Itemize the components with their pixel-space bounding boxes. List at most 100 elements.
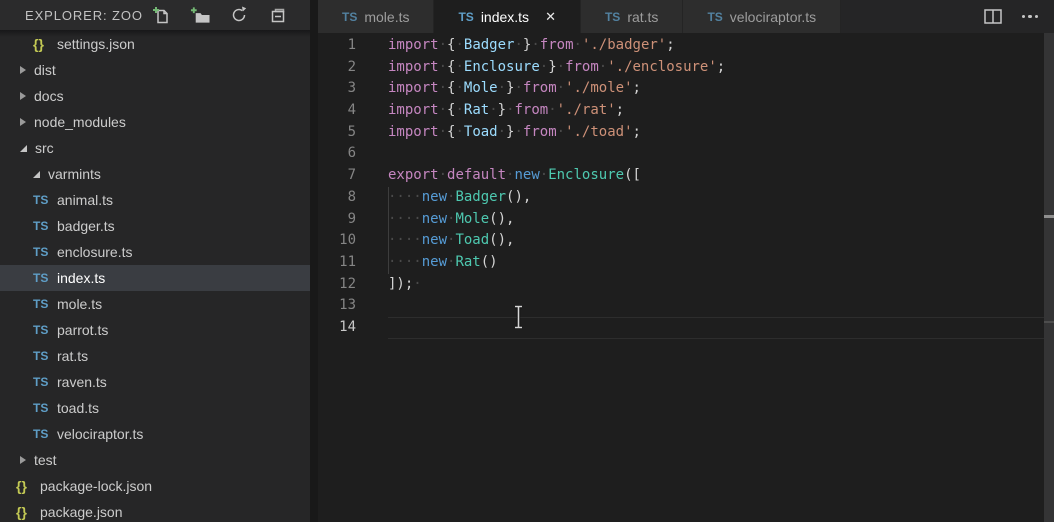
code-line-2: 2import·{·Enclosure·}·from·'./enclosure'… — [318, 57, 1044, 79]
tab-index.ts[interactable]: TS index.ts ✕ — [434, 0, 581, 33]
tree-item-badger.ts[interactable]: TSbadger.ts — [0, 213, 310, 239]
json-file-icon: {} — [16, 478, 36, 494]
json-file-icon: {} — [33, 36, 53, 52]
ts-file-icon: TS — [33, 427, 53, 441]
line-number: 2 — [318, 57, 388, 79]
overview-ruler-cursor-mark — [1044, 321, 1054, 323]
chevron-collapsed-icon — [20, 456, 26, 464]
code-text — [388, 317, 1044, 339]
tree-item-docs[interactable]: docs — [0, 83, 310, 109]
ts-file-icon: TS — [33, 271, 53, 285]
line-number: 5 — [318, 122, 388, 144]
line-number: 10 — [318, 230, 388, 252]
tree-item-varmints[interactable]: varmints — [0, 161, 310, 187]
tree-item-test[interactable]: test — [0, 447, 310, 473]
tree-item-src[interactable]: src — [0, 135, 310, 161]
ts-file-icon: TS — [33, 349, 53, 363]
editor-pane: 1import·{·Badger·}·from·'./badger';2impo… — [318, 33, 1054, 522]
editor-group: TSmole.tsTSindex.ts✕TSrat.tsTSvelocirapt… — [318, 0, 1054, 522]
collapse-folders-icon[interactable] — [268, 5, 288, 25]
tree-item-label: package.json — [40, 504, 123, 520]
tree-item-label: parrot.ts — [57, 322, 108, 338]
new-file-icon[interactable] — [151, 5, 171, 25]
tab-rat.ts[interactable]: TSrat.ts — [581, 0, 683, 33]
tree-item-label: enclosure.ts — [57, 244, 132, 260]
code-text: ····new·Toad(), — [388, 230, 1044, 252]
tree-item-velociraptor.ts[interactable]: TS velociraptor.ts — [0, 421, 310, 447]
ts-file-icon: TS — [33, 375, 53, 389]
code-line-3: 3import·{·Mole·}·from·'./mole'; — [318, 78, 1044, 100]
new-folder-icon[interactable] — [190, 5, 210, 25]
ts-file-icon: TS — [458, 10, 473, 24]
tab-mole.ts[interactable]: TSmole.ts — [318, 0, 434, 33]
tree-item-label: badger.ts — [57, 218, 115, 234]
tree-item-animal.ts[interactable]: TS animal.ts — [0, 187, 310, 213]
tree-item-label: velociraptor.ts — [57, 426, 143, 442]
line-number: 14 — [318, 317, 388, 339]
code-line-10: 10····new·Toad(), — [318, 230, 1044, 252]
line-number: 4 — [318, 100, 388, 122]
tabs-container: TSmole.tsTSindex.ts✕TSrat.tsTSvelocirapt… — [318, 0, 841, 33]
ts-file-icon: TS — [33, 401, 53, 415]
explorer-sidebar: EXPLORER: ZOO — [0, 0, 310, 522]
code-text: import·{·Mole·}·from·'./mole'; — [388, 78, 1044, 100]
refresh-icon[interactable] — [229, 5, 249, 25]
json-file-icon: {} — [16, 504, 36, 520]
tree-item-label: toad.ts — [57, 400, 99, 416]
ts-file-icon: TS — [342, 10, 357, 24]
tree-item-index.ts[interactable]: TSindex.ts — [0, 265, 310, 291]
tab-bar: TSmole.tsTSindex.ts✕TSrat.tsTSvelocirapt… — [318, 0, 1054, 33]
tab-label: index.ts — [481, 9, 529, 25]
tree-item-label: rat.ts — [57, 348, 88, 364]
code-text — [388, 295, 1044, 317]
tree-item-label: test — [34, 452, 57, 468]
file-tree: {}settings.jsondistdocs node_modulessrc va… — [0, 30, 310, 522]
tree-item-label: raven.ts — [57, 374, 107, 390]
line-number: 12 — [318, 274, 388, 296]
tree-item-settings.json[interactable]: {}settings.json — [0, 31, 310, 57]
split-editor-icon[interactable] — [984, 9, 1002, 24]
tree-item-raven.ts[interactable]: TS raven.ts — [0, 369, 310, 395]
tree-item-label: package-lock.json — [40, 478, 152, 494]
tree-item-dist[interactable]: dist — [0, 57, 310, 83]
ts-file-icon: TS — [707, 10, 722, 24]
tree-item-mole.ts[interactable]: TSmole.ts — [0, 291, 310, 317]
chevron-expanded-icon — [33, 171, 40, 178]
sidebar-editor-divider[interactable] — [310, 0, 318, 522]
tree-item-toad.ts[interactable]: TS toad.ts — [0, 395, 310, 421]
tree-item-parrot.ts[interactable]: TS parrot.ts — [0, 317, 310, 343]
tree-item-label: node_modules — [34, 114, 126, 130]
code-text — [388, 143, 1044, 165]
explorer-actions — [151, 5, 310, 25]
explorer-header: EXPLORER: ZOO — [0, 0, 310, 30]
line-number: 3 — [318, 78, 388, 100]
tab-label: rat.ts — [627, 9, 658, 25]
chevron-collapsed-icon — [20, 118, 26, 126]
more-actions-icon[interactable] — [1022, 15, 1039, 19]
chevron-collapsed-icon — [20, 66, 26, 74]
close-icon[interactable]: ✕ — [545, 10, 556, 23]
ts-file-icon: TS — [33, 193, 53, 207]
tab-velociraptor.ts[interactable]: TSvelociraptor.ts — [683, 0, 841, 33]
code-text: import·{·Rat·}·from·'./rat'; — [388, 100, 1044, 122]
line-number: 7 — [318, 165, 388, 187]
code-line-6: 6 — [318, 143, 1044, 165]
line-number: 1 — [318, 35, 388, 57]
editor-scrollbar[interactable] — [1044, 33, 1054, 522]
line-number: 6 — [318, 143, 388, 165]
chevron-expanded-icon — [20, 145, 27, 152]
code-text: import·{·Badger·}·from·'./badger'; — [388, 35, 1044, 57]
tree-item-label: animal.ts — [57, 192, 113, 208]
line-number: 11 — [318, 252, 388, 274]
code-text: ····new·Rat() — [388, 252, 1044, 274]
code-line-11: 11····new·Rat() — [318, 252, 1044, 274]
ts-file-icon: TS — [33, 323, 53, 337]
code-editor[interactable]: 1import·{·Badger·}·from·'./badger';2impo… — [318, 33, 1044, 522]
tree-item-package.json[interactable]: {}package.json — [0, 499, 310, 522]
code-text: import·{·Enclosure·}·from·'./enclosure'; — [388, 57, 1044, 79]
tree-item-enclosure.ts[interactable]: TSenclosure.ts — [0, 239, 310, 265]
tree-item-rat.ts[interactable]: TS rat.ts — [0, 343, 310, 369]
tree-item-label: varmints — [48, 166, 101, 182]
tree-item-package-lock.json[interactable]: {}package-lock.json — [0, 473, 310, 499]
tree-item-node_modules[interactable]: node_modules — [0, 109, 310, 135]
